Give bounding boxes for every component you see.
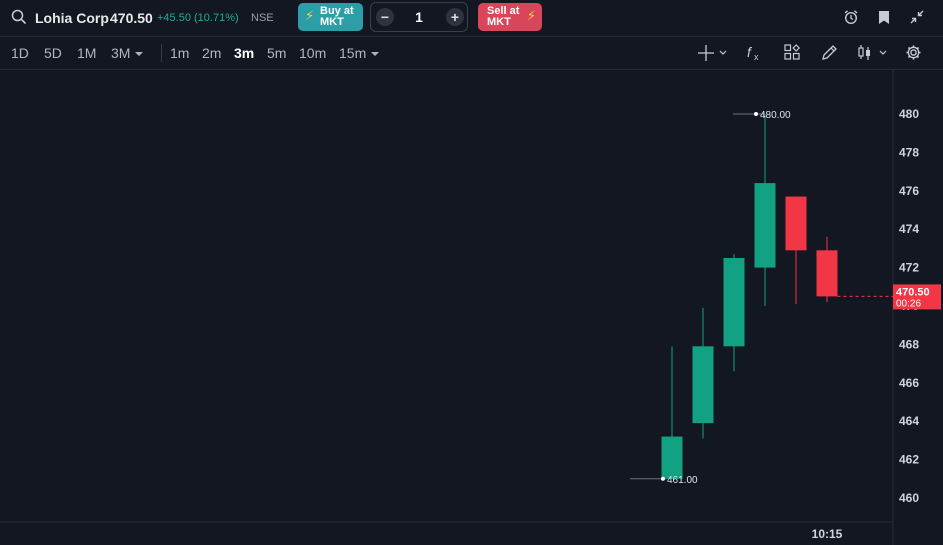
symbol-name[interactable]: Lohia Corp (35, 10, 109, 26)
settings-gear-icon[interactable] (905, 44, 922, 61)
price-tick-label: 476 (899, 184, 919, 198)
indicators-fx-icon[interactable]: f x (746, 44, 762, 62)
exchange-label: NSE (251, 12, 274, 24)
range-button-1m[interactable]: 1M (77, 45, 96, 61)
price-tick-label: 478 (899, 145, 919, 159)
price-tick-label: 464 (899, 414, 919, 428)
chevron-down-icon (371, 52, 380, 57)
alarm-clock-icon[interactable] (843, 9, 859, 25)
price-tick-label: 466 (899, 376, 919, 390)
last-price-label: 470.50 (896, 286, 930, 298)
bookmark-icon[interactable] (878, 10, 890, 25)
range-dropdown[interactable]: 3M (111, 45, 144, 61)
interval-button-5m[interactable]: 5m (267, 45, 286, 61)
candle-body (816, 250, 838, 297)
svg-text:f: f (747, 44, 753, 60)
price-tick-label: 462 (899, 453, 919, 467)
chart-type-candles-icon[interactable] (857, 43, 891, 62)
buy-at-market-button[interactable]: ⚡ Buy at MKT (298, 3, 363, 31)
interval-button-10m[interactable]: 10m (299, 45, 326, 61)
svg-text:x: x (754, 52, 759, 62)
interval-button-2m[interactable]: 2m (202, 45, 221, 61)
low-marker-dot (661, 476, 665, 481)
candle-body (661, 436, 683, 479)
price-tick-label: 468 (899, 337, 919, 351)
price-chart[interactable]: 480478476474472470468466464462460 480.00… (0, 70, 943, 545)
price-tick-label: 460 (899, 491, 919, 505)
lightning-icon: ⚡ (305, 8, 315, 23)
templates-icon[interactable] (784, 44, 800, 60)
interval-button-3m[interactable]: 3m (234, 45, 254, 61)
price-tick-label: 472 (899, 261, 919, 275)
sell-sublabel: MKT (487, 16, 511, 28)
interval-dropdown-label: 15m (339, 45, 367, 61)
high-marker-dot (754, 112, 758, 116)
buy-sublabel: MKT (320, 16, 344, 28)
interval-button-1m[interactable]: 1m (170, 45, 189, 61)
increase-quantity-button[interactable]: + (446, 8, 464, 26)
candle-body (754, 183, 776, 268)
candle-body (723, 258, 745, 347)
high-price-marker: 480.00 (760, 110, 791, 121)
candle-body (692, 346, 714, 424)
last-price: 470.50 (110, 10, 153, 26)
price-tick-label: 480 (899, 107, 919, 121)
chevron-down-icon (135, 52, 144, 57)
candle-body (785, 196, 807, 251)
drawing-pen-icon[interactable] (821, 44, 838, 61)
search-icon[interactable] (11, 9, 27, 25)
interval-dropdown[interactable]: 15m (339, 45, 380, 61)
toolbar-divider (161, 44, 162, 62)
price-tick-label: 474 (899, 222, 919, 236)
candle-countdown-label: 00:26 (896, 298, 921, 309)
lightning-icon: ⚡ (526, 8, 536, 23)
price-change: +45.50 (10.71%) (157, 12, 239, 24)
top-bar: Lohia Corp 470.50 +45.50 (10.71%) NSE ⚡ … (0, 0, 943, 37)
quantity-stepper: − 1 + (370, 2, 468, 32)
range-button-5d[interactable]: 5D (44, 45, 62, 61)
time-axis-label: 10:15 (812, 527, 843, 541)
collapse-icon[interactable] (910, 10, 924, 24)
range-dropdown-label: 3M (111, 45, 131, 61)
sell-at-market-button[interactable]: ⚡ Sell at MKT (478, 3, 542, 31)
crosshair-icon[interactable] (697, 44, 729, 62)
range-button-1d[interactable]: 1D (11, 45, 29, 61)
low-price-marker: 461.00 (667, 475, 698, 486)
